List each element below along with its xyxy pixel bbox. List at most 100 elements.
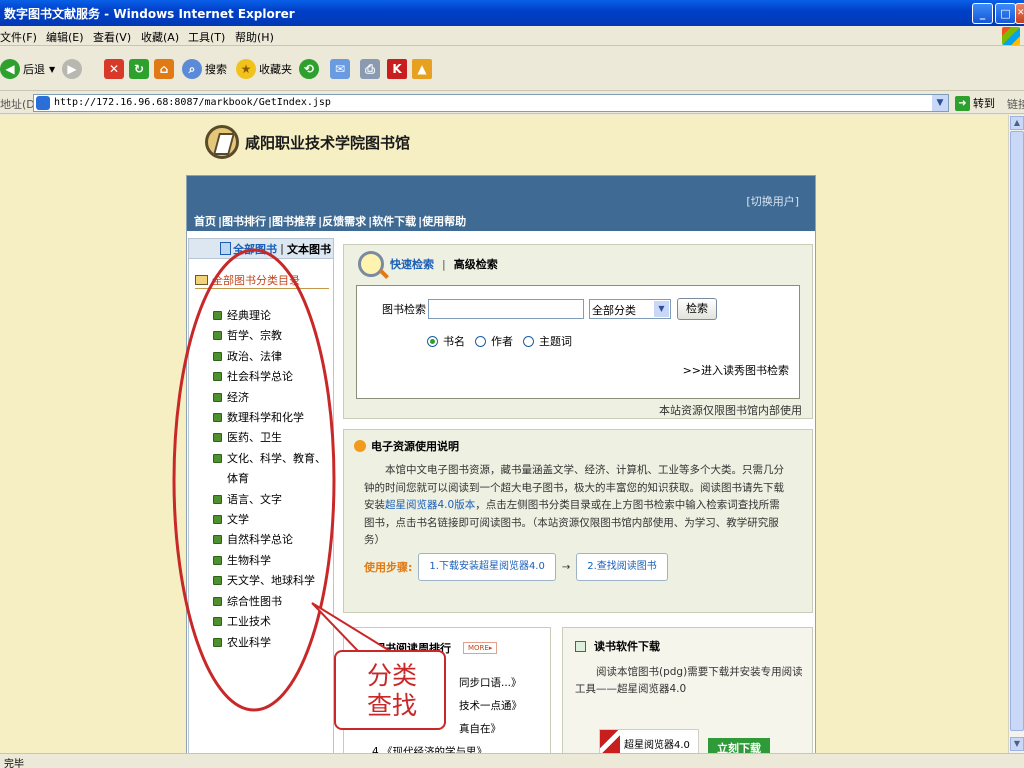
favorites-button[interactable]: ★ 收藏夹 [236, 57, 292, 81]
duxiu-search-link[interactable]: >>进入读秀图书检索 [683, 362, 789, 378]
windows-logo-icon [1002, 27, 1020, 45]
menu-file[interactable]: 文件(F) [0, 29, 37, 45]
history-button[interactable]: ⟲ [299, 57, 322, 81]
category-item[interactable]: 社会科学总论 [213, 367, 331, 387]
maximize-button[interactable]: □ [995, 3, 1016, 24]
menu-help[interactable]: 帮助(H) [235, 29, 274, 45]
nav-help[interactable]: |使用帮助 [418, 213, 466, 229]
address-dropdown-icon[interactable]: ▼ [932, 95, 948, 111]
category-item[interactable]: 政治、法律 [213, 347, 331, 367]
menu-tools[interactable]: 工具(T) [188, 29, 225, 45]
menu-view[interactable]: 查看(V) [93, 29, 131, 45]
step-arrow-icon: → [561, 561, 571, 573]
menu-edit[interactable]: 编辑(E) [46, 29, 84, 45]
switch-user-link[interactable]: [切换用户] [746, 193, 799, 209]
address-input[interactable]: http://172.16.96.68:8087/markbook/GetInd… [33, 94, 949, 112]
category-item[interactable]: 工业技术 [213, 612, 331, 632]
forward-arrow-icon: ▶ [62, 59, 82, 79]
radio-author[interactable] [475, 335, 486, 347]
back-dropdown-icon[interactable]: ▼ [49, 65, 55, 74]
home-button[interactable]: ⌂ [154, 57, 177, 81]
category-select[interactable]: 全部分类 ▼ [589, 299, 671, 319]
mail-button[interactable]: ✉ [330, 57, 353, 81]
reader-logo: 超星阅览器4.0 [599, 729, 699, 753]
tab-all-books[interactable]: 全部图书 [219, 241, 277, 257]
radio-subject-label[interactable]: 主题词 [539, 333, 572, 349]
nav-ranking[interactable]: |图书排行 [218, 213, 266, 229]
ranking-item[interactable]: 技术一点通》 [459, 698, 522, 713]
tab-text-books[interactable]: 文本图书 [287, 241, 331, 257]
steps-label: 使用步骤: [364, 561, 413, 574]
go-label: 转到 [973, 97, 995, 110]
bullet-icon [213, 311, 222, 320]
tab-all-books-label: 全部图书 [232, 242, 277, 256]
category-item[interactable]: 生物科学 [213, 551, 331, 571]
category-item[interactable]: 数理科学和化学 [213, 408, 331, 428]
nav-home[interactable]: 首页 [194, 213, 216, 229]
search-button[interactable]: ⌕ 搜索 [182, 57, 227, 81]
category-item[interactable]: 文化、科学、教育、体育 [213, 449, 331, 490]
search-submit-button[interactable]: 检索 [677, 298, 717, 320]
stop-button[interactable]: ✕ [104, 57, 127, 81]
category-item[interactable]: 文学 [213, 510, 331, 530]
reader-link[interactable]: 超星阅览器4.0版本 [385, 499, 475, 511]
print-button[interactable]: ⎙ [360, 57, 383, 81]
catalog-header[interactable]: 全部图书分类目录 [195, 271, 329, 289]
download-now-button[interactable]: 立刻下载 [708, 738, 770, 753]
go-button[interactable]: ➜ 转到 [955, 95, 995, 111]
nav-software[interactable]: |软件下载 [368, 213, 416, 229]
category-item[interactable]: 综合性图书 [213, 592, 331, 612]
nav-feedback[interactable]: |反馈需求 [318, 213, 366, 229]
vertical-scrollbar[interactable]: ▲ ▼ [1008, 115, 1024, 753]
scroll-down-icon[interactable]: ▼ [1010, 737, 1024, 751]
step-download-reader[interactable]: 1.下载安装超星阅览器4.0 [418, 553, 556, 581]
links-toolbar[interactable]: 链接 [1007, 96, 1024, 112]
k-logo-icon: K [387, 59, 407, 79]
radio-subject[interactable] [523, 335, 534, 347]
back-button[interactable]: ◀ 后退 ▼ [0, 57, 55, 81]
scroll-thumb[interactable] [1010, 131, 1024, 731]
category-item[interactable]: 经典理论 [213, 306, 331, 326]
forward-button[interactable]: ▶ [62, 57, 85, 81]
radio-title-label[interactable]: 书名 [443, 333, 465, 349]
download-body: 阅读本馆图书(pdg)需要下载并安装专用阅读工具——超星阅览器4.0 [575, 666, 803, 695]
bullet-icon [213, 596, 222, 606]
chevron-down-icon[interactable]: ▼ [654, 301, 669, 317]
ranking-item[interactable]: 真自在》 [459, 721, 501, 736]
close-button[interactable]: ✕ [1015, 3, 1024, 24]
category-item[interactable]: 天文学、地球科学 [213, 571, 331, 591]
ranking-item[interactable]: 4.《现代经济的学与思》 [372, 744, 487, 753]
bullet-icon [213, 494, 222, 504]
menu-bar: 文件(F) 编辑(E) 查看(V) 收藏(A) 工具(T) 帮助(H) [0, 26, 1024, 46]
ranking-item[interactable]: 同步口语...》 [459, 675, 522, 690]
tab-advanced-search[interactable]: 高级检索 [454, 256, 498, 272]
radio-author-label[interactable]: 作者 [491, 333, 513, 349]
guide-header: 电子资源使用说明 [354, 438, 459, 454]
annotation-callout: 分类 查找 [334, 650, 446, 730]
address-url[interactable]: http://172.16.96.68:8087/markbook/GetInd… [54, 97, 331, 108]
callout-text-line1: 分类 [366, 661, 417, 690]
window-title-bar[interactable]: 数字图书文献服务 - Windows Internet Explorer _ □… [0, 0, 1024, 26]
minimize-button[interactable]: _ [972, 3, 993, 24]
category-item[interactable]: 语言、文字 [213, 490, 331, 510]
step-find-books[interactable]: 2.查找阅读图书 [576, 553, 668, 581]
category-item[interactable]: 经济 [213, 388, 331, 408]
extension-tool-button[interactable]: ▲ [412, 57, 435, 81]
tab-quick-search[interactable]: 快速检索 [390, 256, 434, 272]
menu-favorites[interactable]: 收藏(A) [141, 29, 179, 45]
guide-body: 本馆中文电子图书资源，藏书量涵盖文学、经济、计算机、工业等多个大类。只需几分钟的… [364, 464, 784, 546]
refresh-button[interactable]: ↻ [129, 57, 152, 81]
extension-k-button[interactable]: K [387, 57, 410, 81]
category-item[interactable]: 医药、卫生 [213, 428, 331, 448]
category-item[interactable]: 哲学、宗教 [213, 326, 331, 346]
ranking-more-button[interactable]: MORE▸ [463, 642, 498, 654]
category-item[interactable]: 农业科学 [213, 633, 331, 653]
search-input[interactable] [428, 299, 584, 319]
category-item[interactable]: 自然科学总论 [213, 530, 331, 550]
nav-recommend[interactable]: |图书推荐 [268, 213, 316, 229]
search-options: 书名 作者 主题词 [427, 333, 582, 349]
ie-page-icon [36, 96, 50, 110]
address-bar: 地址(D) http://172.16.96.68:8087/markbook/… [0, 92, 1024, 114]
radio-title[interactable] [427, 335, 438, 347]
scroll-up-icon[interactable]: ▲ [1010, 116, 1024, 130]
